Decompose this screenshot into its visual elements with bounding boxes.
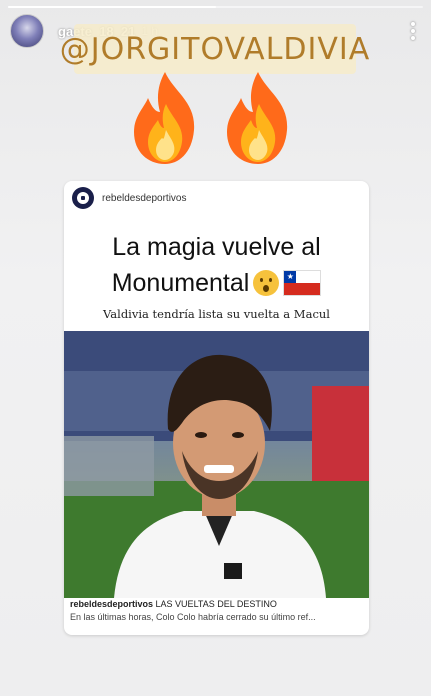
post-header[interactable]: rebeldesdeportivos <box>64 181 369 215</box>
dot <box>411 29 415 33</box>
mention-text: @JORGITOVALDIVIA <box>59 31 371 67</box>
chile-flag-icon: ★ <box>283 270 322 296</box>
post-subheadline: Valdivia tendría lista su vuelta a Macul <box>103 307 330 321</box>
shared-post-card[interactable]: rebeldesdeportivos La magia vuelve al Mo… <box>64 181 369 635</box>
caption-more: En las últimas horas, Colo Colo habría c… <box>70 612 316 622</box>
headline-line-2: Monumental <box>111 269 250 297</box>
headline-line-1: La magia vuelve al <box>112 233 321 261</box>
more-options-icon[interactable] <box>405 19 421 43</box>
surprised-face-icon <box>253 270 280 296</box>
dot <box>411 36 415 40</box>
fire-icon <box>126 68 204 168</box>
post-account[interactable]: rebeldesdeportivos <box>102 193 187 204</box>
mention-sticker[interactable]: @JORGITOVALDIVIA <box>60 24 369 74</box>
post-avatar[interactable] <box>72 187 94 209</box>
fire-icon <box>219 68 297 168</box>
post-caption: rebeldesdeportivos LAS VUELTAS DEL DESTI… <box>70 599 363 622</box>
caption-username[interactable]: rebeldesdeportivos <box>70 599 153 609</box>
caption-text: LAS VUELTAS DEL DESTINO <box>155 599 277 609</box>
avatar[interactable] <box>10 14 44 48</box>
post-headline: La magia vuelve al Monumental ★ <box>64 229 369 301</box>
dot <box>411 22 415 26</box>
post-photo[interactable] <box>64 331 369 598</box>
story-progress-fill <box>8 6 216 8</box>
story-progress-bar <box>8 6 423 8</box>
soccer-ball-icon <box>77 192 89 204</box>
